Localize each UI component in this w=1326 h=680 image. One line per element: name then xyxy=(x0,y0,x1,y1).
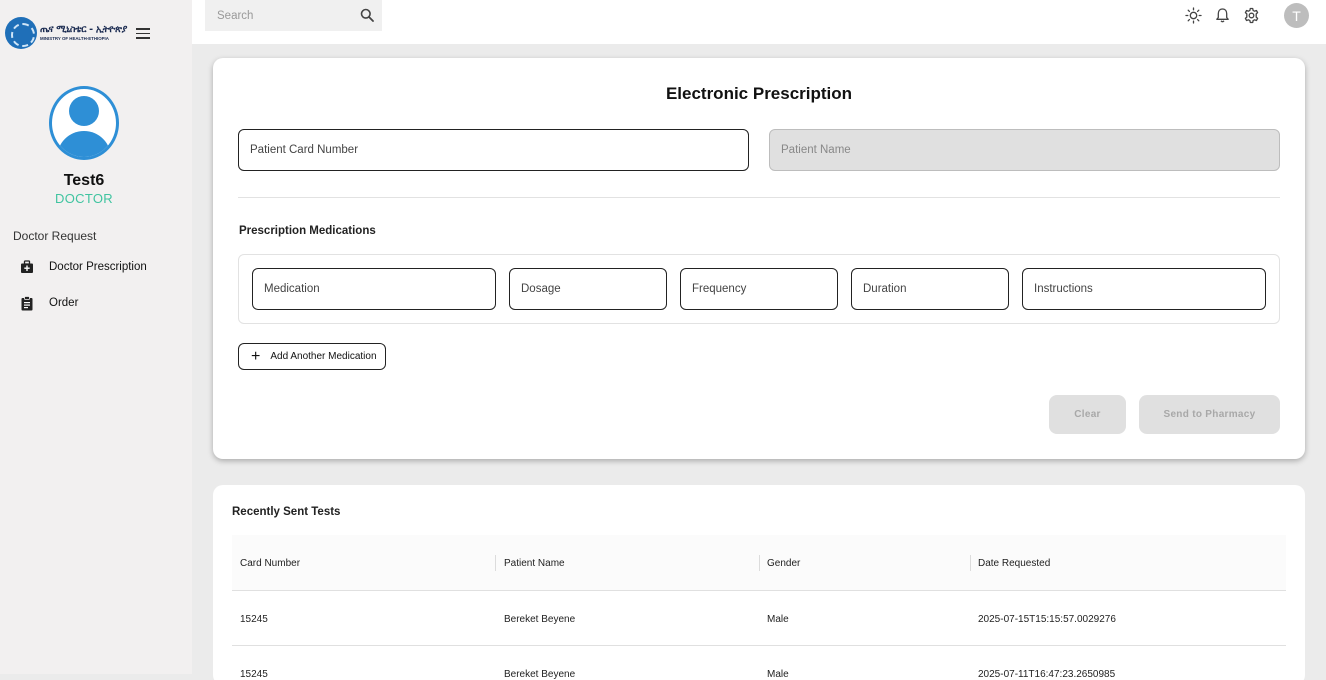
brand-text: ጤና ሚኒስቴር - ኢትዮጵያ MINISTRY OF HEALTH-ETHI… xyxy=(40,25,127,41)
search-box xyxy=(205,0,382,31)
send-to-pharmacy-button[interactable]: Send to Pharmacy xyxy=(1139,395,1280,434)
user-name: Test6 xyxy=(63,172,105,189)
search-icon[interactable] xyxy=(360,8,374,27)
brand-name-english: MINISTRY OF HEALTH-ETHIOPIA xyxy=(40,35,109,41)
sidebar-item-doctor-prescription[interactable]: Doctor Prescription xyxy=(19,256,147,278)
ministry-logo[interactable]: ጤና ሚኒስቴር - ኢትዮጵያ MINISTRY OF HEALTH-ETHI… xyxy=(5,17,127,49)
bell-icon[interactable] xyxy=(1214,7,1231,24)
sidebar-item-label: Doctor Prescription xyxy=(49,261,147,273)
column-separator xyxy=(970,555,971,571)
cell-gender: Male xyxy=(767,668,789,680)
medications-section-title: Prescription Medications xyxy=(239,225,376,237)
prescription-card: Electronic Prescription Prescription Med… xyxy=(213,58,1305,459)
patient-card-number-input[interactable] xyxy=(239,130,748,170)
table-row[interactable]: 15245 Bereket Beyene Male 2025-07-15T15:… xyxy=(232,592,1286,646)
ministry-emblem-icon xyxy=(5,17,37,49)
divider xyxy=(238,197,1280,198)
instructions-field xyxy=(1022,268,1266,310)
sun-icon[interactable] xyxy=(1185,7,1202,24)
table-row[interactable]: 15245 Bereket Beyene Male 2025-07-11T16:… xyxy=(232,647,1286,680)
clipboard-icon xyxy=(19,295,35,311)
gear-icon[interactable] xyxy=(1243,7,1260,24)
sidebar: ጤና ሚኒስቴር - ኢትዮጵያ MINISTRY OF HEALTH-ETHI… xyxy=(0,0,192,674)
column-header-date-requested[interactable]: Date Requested xyxy=(978,535,1050,591)
column-separator xyxy=(495,555,496,571)
brand-name-amharic: ጤና ሚኒስቴር - ኢትዮጵያ xyxy=(40,24,128,36)
column-header-card-number[interactable]: Card Number xyxy=(240,535,300,591)
cell-card-number: 15245 xyxy=(240,668,268,680)
cell-date-requested: 2025-07-11T16:47:23.2650985 xyxy=(978,668,1116,680)
dosage-field xyxy=(509,268,667,310)
search-input[interactable] xyxy=(217,9,347,22)
duration-input[interactable] xyxy=(852,269,1008,309)
frequency-field xyxy=(680,268,838,310)
sidebar-item-label: Order xyxy=(49,297,79,309)
patient-name-input xyxy=(770,130,1279,170)
dosage-input[interactable] xyxy=(510,269,666,309)
table-header: Card Number Patient Name Gender Date Req… xyxy=(232,535,1286,591)
page-title: Electronic Prescription xyxy=(665,84,853,103)
hamburger-menu-icon[interactable] xyxy=(136,28,150,39)
top-bar: T xyxy=(192,0,1326,44)
nav-section-label: Doctor Request xyxy=(13,229,97,243)
column-header-patient-name[interactable]: Patient Name xyxy=(504,535,565,591)
cell-patient-name: Bereket Beyene xyxy=(504,668,576,680)
cell-card-number: 15245 xyxy=(240,613,268,625)
instructions-input[interactable] xyxy=(1023,269,1265,309)
add-medication-button[interactable]: + Add Another Medication xyxy=(238,343,386,370)
medication-field xyxy=(252,268,496,310)
user-avatar-button[interactable]: T xyxy=(1284,3,1309,28)
recent-tests-title: Recently Sent Tests xyxy=(232,506,341,518)
duration-field xyxy=(851,268,1009,310)
medical-bag-icon xyxy=(19,259,35,275)
clear-button[interactable]: Clear xyxy=(1049,395,1126,434)
sidebar-item-order[interactable]: Order xyxy=(19,292,78,314)
frequency-input[interactable] xyxy=(681,269,837,309)
patient-name-field xyxy=(769,129,1280,171)
cell-patient-name: Bereket Beyene xyxy=(504,613,576,625)
user-avatar xyxy=(49,86,119,160)
recent-tests-card: Recently Sent Tests Card Number Patient … xyxy=(213,485,1305,680)
plus-icon: + xyxy=(251,347,261,365)
cell-date-requested: 2025-07-15T15:15:57.0029276 xyxy=(978,613,1116,625)
add-medication-label: Add Another Medication xyxy=(270,351,377,362)
column-header-gender[interactable]: Gender xyxy=(767,535,800,591)
cell-gender: Male xyxy=(767,613,789,625)
medication-input[interactable] xyxy=(253,269,495,309)
patient-card-number-field xyxy=(238,129,749,171)
column-separator xyxy=(759,555,760,571)
user-role: DOCTOR xyxy=(55,191,113,206)
